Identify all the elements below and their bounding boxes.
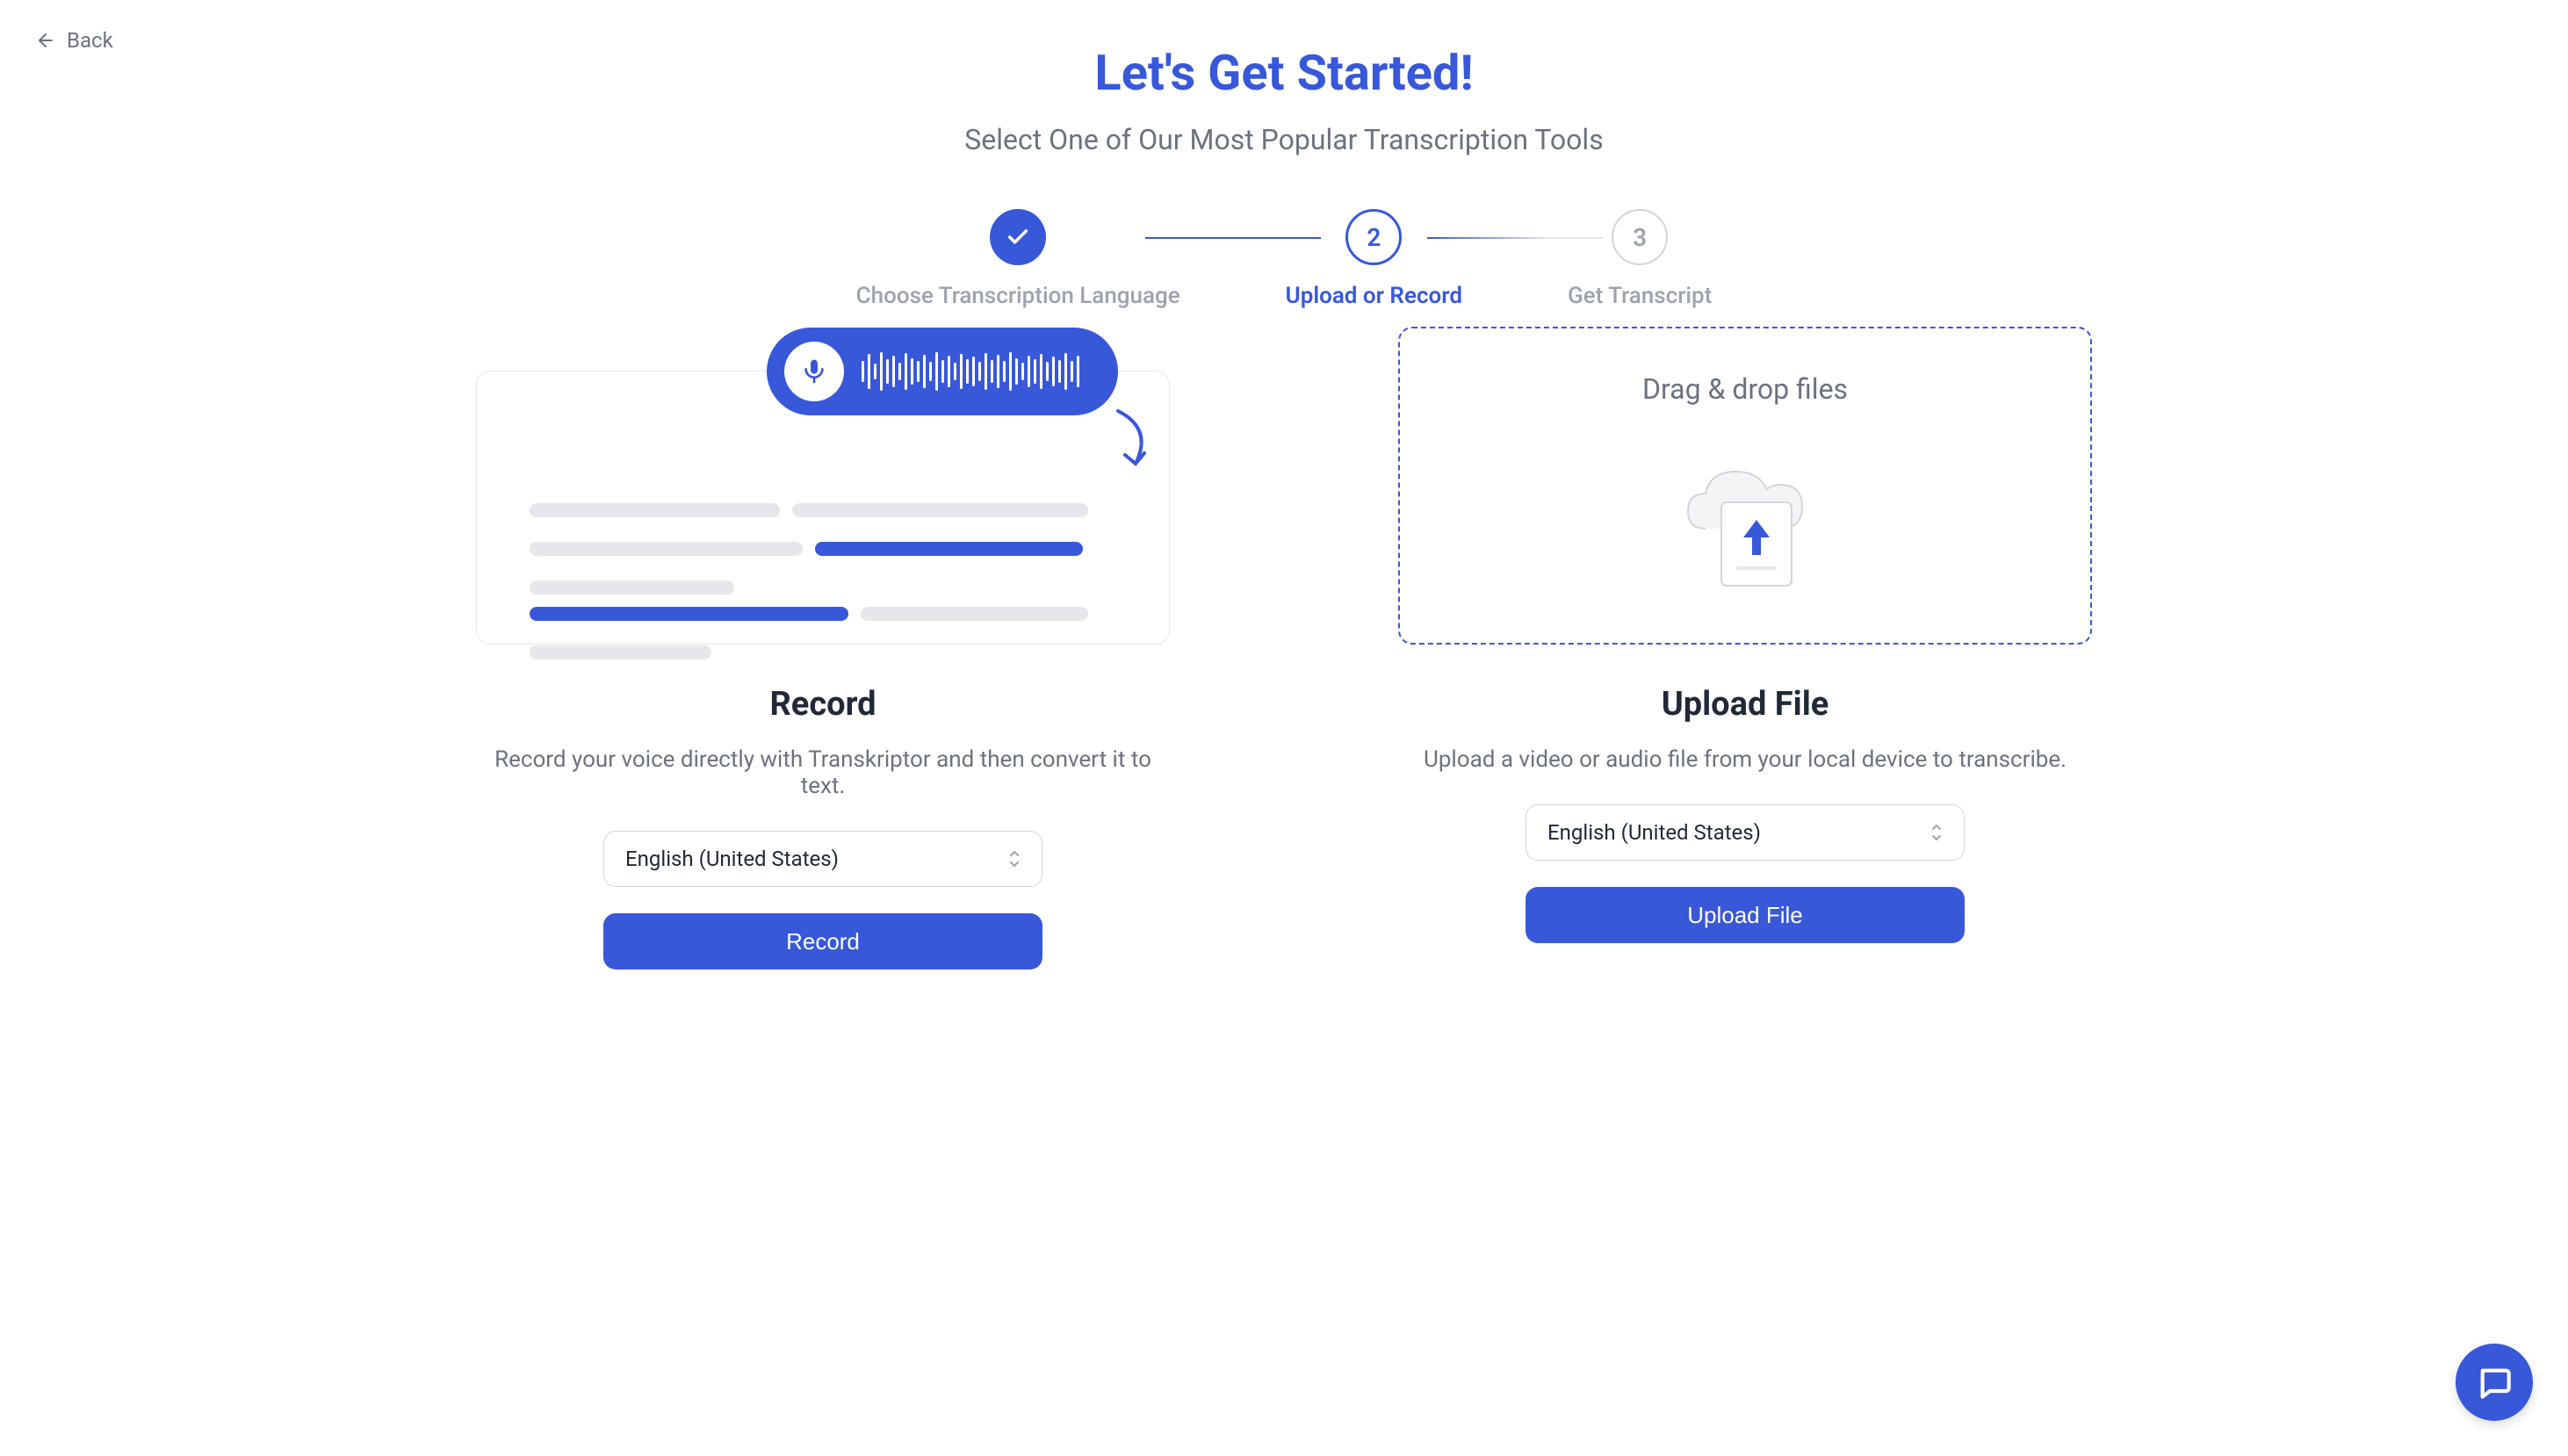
upload-drop-text: Drag & drop files bbox=[1642, 372, 1848, 406]
step-3-label: Get Transcript bbox=[1568, 283, 1712, 309]
step-1: Choose Transcription Language bbox=[856, 209, 1180, 309]
page-title: Let's Get Started! bbox=[379, 44, 2189, 102]
chat-icon bbox=[2477, 1365, 2512, 1400]
step-2-circle: 2 bbox=[1345, 209, 1402, 265]
select-chevrons-icon bbox=[1930, 825, 1943, 840]
upload-title: Upload File bbox=[1662, 685, 1829, 724]
step-1-label: Choose Transcription Language bbox=[856, 283, 1180, 309]
step-1-circle bbox=[990, 209, 1046, 265]
page-subtitle: Select One of Our Most Popular Transcrip… bbox=[379, 123, 2189, 156]
step-2: 2 Upload or Record bbox=[1286, 209, 1462, 309]
record-description: Record your voice directly with Transkri… bbox=[476, 746, 1170, 799]
step-3: 3 Get Transcript bbox=[1568, 209, 1712, 309]
back-arrow-icon bbox=[35, 30, 56, 51]
mic-icon bbox=[800, 357, 828, 386]
upload-language-value: English (United States) bbox=[1547, 820, 1761, 845]
record-illustration bbox=[476, 371, 1170, 645]
step-2-label: Upload or Record bbox=[1286, 283, 1462, 309]
stepper: Choose Transcription Language 2 Upload o… bbox=[379, 209, 2189, 309]
upload-language-select[interactable]: English (United States) bbox=[1526, 804, 1965, 861]
record-title: Record bbox=[769, 685, 876, 724]
record-pill bbox=[767, 328, 1118, 415]
step-3-circle: 3 bbox=[1612, 209, 1668, 265]
back-link[interactable]: Back bbox=[35, 28, 113, 53]
curved-arrow-icon bbox=[1109, 407, 1162, 480]
record-panel: Record Record your voice directly with T… bbox=[476, 371, 1170, 969]
upload-dropzone[interactable]: Drag & drop files bbox=[1398, 327, 2092, 645]
chat-widget-button[interactable] bbox=[2456, 1344, 2533, 1421]
waveform-icon bbox=[862, 352, 1100, 391]
upload-file-button[interactable]: Upload File bbox=[1526, 887, 1965, 943]
upload-description: Upload a video or audio file from your l… bbox=[1424, 746, 2067, 773]
back-label: Back bbox=[67, 28, 113, 53]
transcript-lines bbox=[530, 503, 1099, 672]
upload-panel: Drag & drop files Upload File Upload a v… bbox=[1398, 371, 2092, 969]
mic-icon-circle bbox=[784, 342, 844, 401]
record-language-value: English (United States) bbox=[625, 847, 839, 871]
record-language-select[interactable]: English (United States) bbox=[603, 831, 1042, 887]
record-button[interactable]: Record bbox=[603, 913, 1042, 969]
check-icon bbox=[1006, 225, 1030, 249]
select-chevrons-icon bbox=[1008, 851, 1021, 867]
cloud-upload-icon bbox=[1666, 441, 1824, 594]
